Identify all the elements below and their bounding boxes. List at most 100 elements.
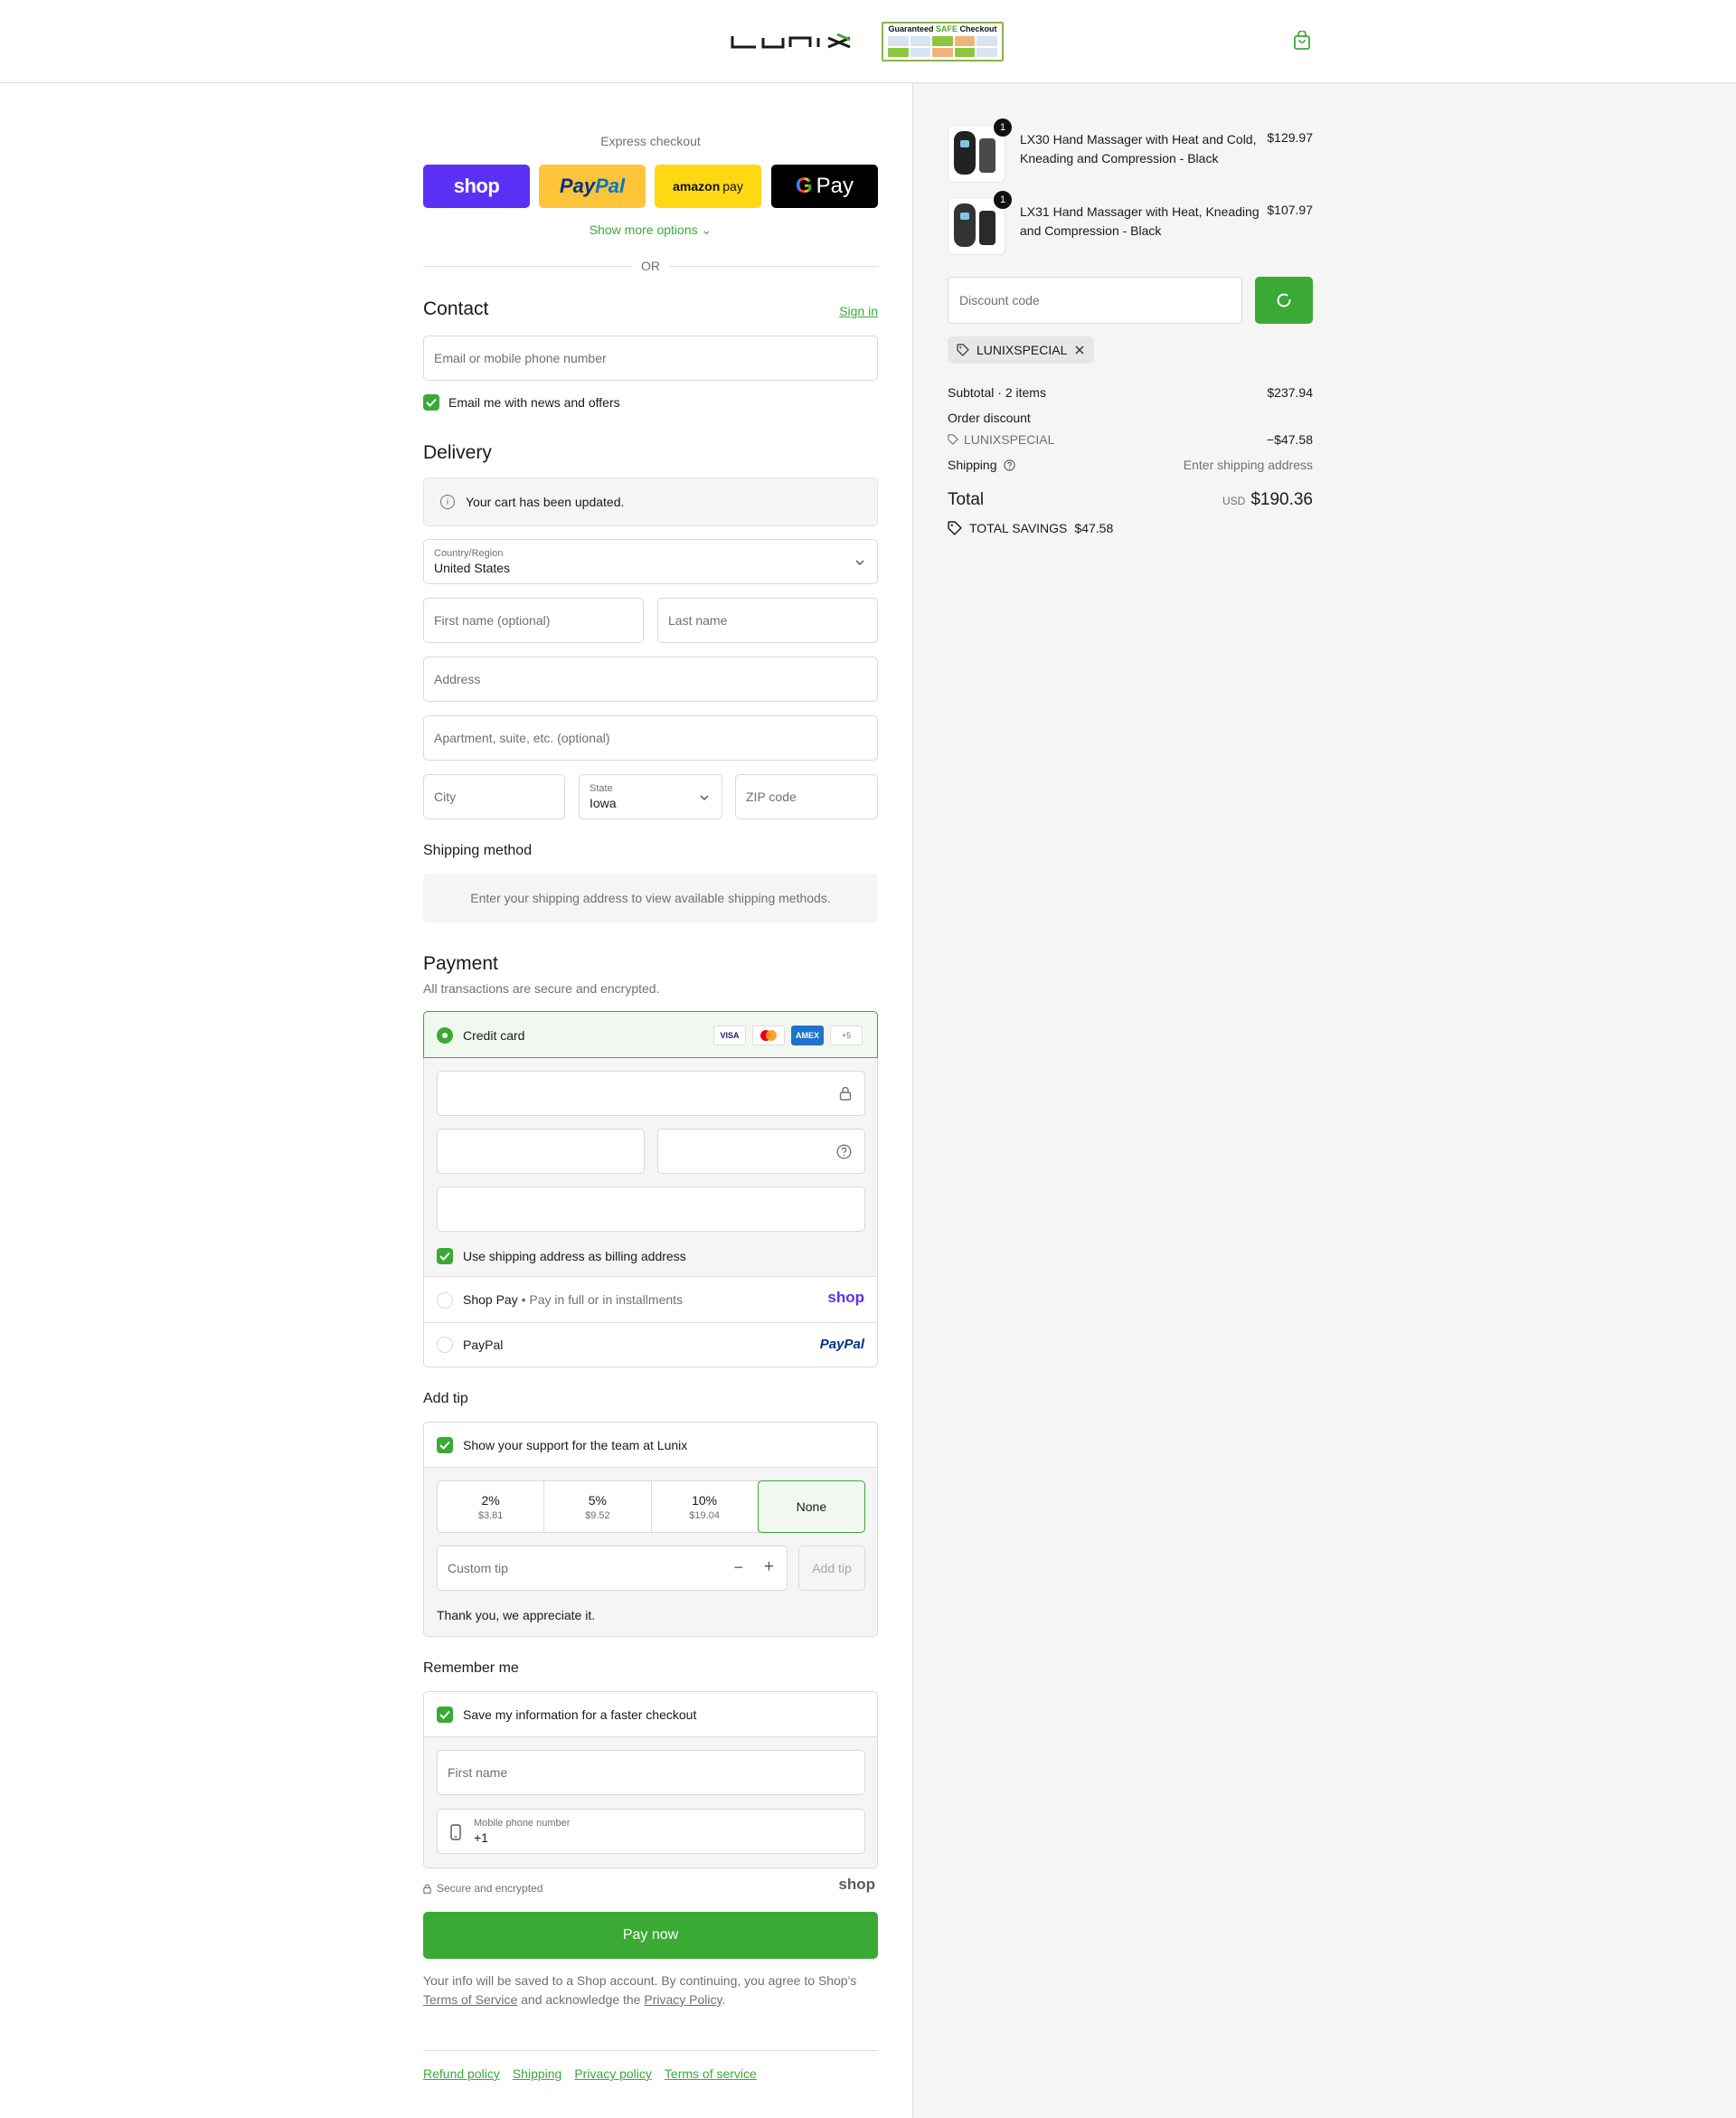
delivery-title: Delivery	[423, 442, 492, 463]
cart-updated-notice: i Your cart has been updated.	[423, 477, 878, 526]
save-info-checkbox[interactable]	[437, 1707, 453, 1723]
lunix-logo[interactable]	[731, 31, 854, 52]
phone-icon	[450, 1824, 461, 1840]
product-name: LX31 Hand Massager with Heat, Kneading a…	[1020, 204, 1260, 238]
close-icon[interactable]	[1074, 345, 1085, 355]
visa-icon: VISA	[713, 1026, 746, 1045]
remember-me-title: Remember me	[423, 1660, 519, 1676]
mastercard-icon	[752, 1026, 785, 1045]
last-name-field[interactable]: Last name	[657, 598, 878, 643]
google-pay-button[interactable]: G Pay	[771, 165, 878, 208]
add-tip-title: Add tip	[423, 1391, 468, 1406]
cart-bag-icon[interactable]	[1293, 31, 1311, 51]
tip-options: 2% $3.81 5% $9.52 10% $19.04 None	[437, 1480, 865, 1533]
cart-item: 1 LX30 Hand Massager with Heat and Cold,…	[948, 118, 1313, 183]
product-image: 1	[948, 118, 1012, 183]
name-on-card-field[interactable]	[437, 1187, 865, 1232]
order-discount-code-row: LUNIXSPECIAL −$47.58	[948, 432, 1313, 448]
custom-tip-field[interactable]: Custom tip − +	[437, 1546, 788, 1591]
product-name: LX30 Hand Massager with Heat and Cold, K…	[1020, 132, 1257, 165]
add-tip-button[interactable]: Add tip	[798, 1546, 865, 1591]
state-select[interactable]: State Iowa	[579, 774, 722, 819]
loading-spinner-icon	[1277, 293, 1291, 307]
tag-icon	[948, 521, 962, 535]
pay-now-button[interactable]: Pay now	[423, 1912, 878, 1959]
lock-icon	[423, 1883, 431, 1894]
discount-code-field[interactable]: Discount code	[948, 277, 1242, 324]
quantity-badge: 1	[994, 118, 1012, 137]
news-checkbox-label: Email me with news and offers	[448, 395, 620, 410]
amex-icon: AMEX	[791, 1026, 824, 1045]
increase-tip-button[interactable]: +	[764, 1557, 774, 1577]
privacy-policy-link[interactable]: Privacy Policy	[644, 1992, 722, 2007]
terms-of-service-link[interactable]: Terms of Service	[423, 1992, 517, 2007]
tag-icon	[957, 344, 969, 356]
contact-title: Contact	[423, 298, 489, 319]
product-price: $107.97	[1267, 203, 1313, 217]
shop-pay-button[interactable]: shop	[423, 165, 530, 208]
paypal-logo: PayPal	[819, 1337, 864, 1352]
tip-support-checkbox[interactable]	[437, 1437, 453, 1453]
secure-encrypted-note: Secure and encrypted	[423, 1882, 542, 1895]
payment-subtitle: All transactions are secure and encrypte…	[423, 981, 660, 996]
shop-pay-radio[interactable]	[437, 1292, 453, 1309]
amazon-pay-button[interactable]: amazon pay	[655, 165, 761, 208]
chevron-down-icon	[700, 795, 709, 801]
credit-card-radio[interactable]	[437, 1027, 453, 1044]
paypal-radio[interactable]	[437, 1337, 453, 1353]
save-info-label: Save my information for a faster checkou…	[463, 1707, 697, 1722]
billing-address-label: Use shipping address as billing address	[463, 1249, 686, 1263]
country-select[interactable]: Country/Region United States	[423, 539, 878, 584]
shipping-policy-link[interactable]: Shipping	[513, 2066, 562, 2081]
tip-option-2[interactable]: 2% $3.81	[438, 1481, 545, 1532]
quantity-badge: 1	[994, 191, 1012, 209]
tip-option-none[interactable]: None	[757, 1480, 865, 1533]
news-checkbox[interactable]	[423, 394, 439, 411]
help-icon[interactable]	[1004, 459, 1016, 471]
decrease-tip-button[interactable]: −	[733, 1558, 743, 1577]
tip-option-5[interactable]: 5% $9.52	[544, 1481, 652, 1532]
order-discount-row: Order discount	[948, 411, 1031, 425]
expiration-date-field[interactable]	[437, 1129, 645, 1174]
more-cards-badge: +5	[830, 1026, 863, 1045]
paypal-option[interactable]: PayPal PayPal	[424, 1323, 877, 1366]
footer-links: Refund policy Shipping Privacy policy Te…	[423, 2066, 757, 2081]
billing-address-checkbox[interactable]	[437, 1248, 453, 1264]
zip-field[interactable]: ZIP code	[735, 774, 878, 819]
header: Guaranteed SAFE Checkout	[0, 0, 1736, 83]
express-checkout-title: Express checkout	[600, 134, 701, 148]
apply-discount-button[interactable]	[1255, 277, 1313, 324]
legal-text: Your info will be saved to a Shop accoun…	[423, 1973, 857, 2007]
remember-first-name-field[interactable]: First name	[437, 1750, 865, 1795]
privacy-policy-footer-link[interactable]: Privacy policy	[574, 2066, 652, 2081]
email-field[interactable]: Email or mobile phone number	[423, 336, 878, 381]
shipping-method-placeholder: Enter your shipping address to view avai…	[423, 874, 878, 922]
shop-pay-option[interactable]: Shop Pay • Pay in full or in installment…	[424, 1278, 877, 1322]
apartment-field[interactable]: Apartment, suite, etc. (optional)	[423, 715, 878, 761]
product-price: $129.97	[1267, 130, 1313, 145]
shipping-method-title: Shipping method	[423, 843, 533, 858]
terms-of-service-footer-link[interactable]: Terms of service	[665, 2066, 757, 2081]
paypal-button[interactable]: Pay Pal	[539, 165, 646, 208]
cart-item: 1 LX31 Hand Massager with Heat, Kneading…	[948, 191, 1313, 255]
chevron-down-icon	[855, 560, 864, 566]
mobile-phone-field[interactable]: Mobile phone number +1	[437, 1809, 865, 1854]
sign-in-link[interactable]: Sign in	[839, 304, 878, 318]
total-savings: TOTAL SAVINGS $47.58	[948, 521, 1113, 535]
payment-icons	[888, 36, 997, 57]
credit-card-option[interactable]: Credit card VISA AMEX +5	[423, 1011, 878, 1058]
city-field[interactable]: City	[423, 774, 565, 819]
card-number-field[interactable]	[437, 1071, 865, 1116]
show-more-options-link[interactable]: Show more options ⌄	[423, 222, 878, 238]
refund-policy-link[interactable]: Refund policy	[423, 2066, 500, 2081]
security-code-field[interactable]	[657, 1129, 865, 1174]
lock-icon	[839, 1086, 852, 1101]
first-name-field[interactable]: First name (optional)	[423, 598, 644, 643]
address-field[interactable]: Address	[423, 657, 878, 702]
tip-section: Show your support for the team at Lunix …	[423, 1422, 878, 1637]
tip-thanks-text: Thank you, we appreciate it.	[437, 1608, 596, 1622]
tip-option-10[interactable]: 10% $19.04	[652, 1481, 759, 1532]
help-icon[interactable]	[836, 1144, 852, 1159]
info-icon: i	[440, 495, 455, 509]
shop-logo: shop	[838, 1876, 875, 1893]
